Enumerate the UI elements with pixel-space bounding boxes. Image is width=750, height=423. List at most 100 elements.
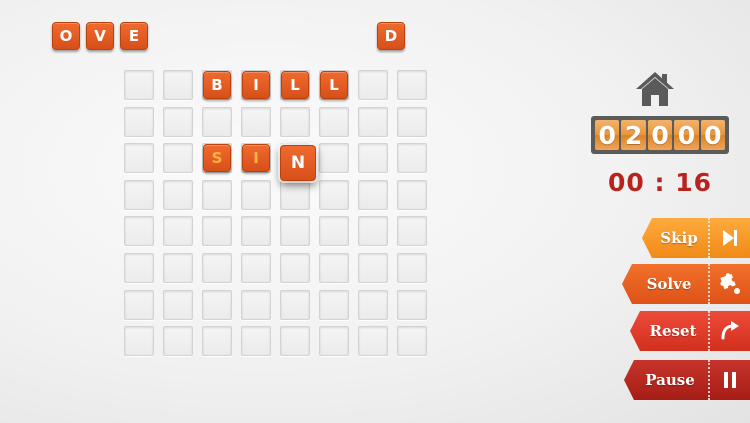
board-cell[interactable] — [397, 143, 427, 174]
tile-letter: L — [290, 76, 300, 94]
board-cell[interactable] — [397, 106, 427, 137]
board-tile-i[interactable]: I — [242, 71, 270, 99]
reset-label: Reset — [649, 322, 697, 340]
board-cell[interactable] — [358, 70, 388, 100]
board-cell[interactable] — [397, 70, 427, 100]
board-cell[interactable] — [163, 289, 193, 320]
skip-next-icon — [708, 218, 750, 258]
board-cell[interactable] — [202, 253, 232, 283]
board-cell[interactable] — [124, 253, 154, 283]
game-board: B I L L S I N — [124, 70, 429, 358]
board-cell[interactable] — [163, 106, 193, 137]
board-cell[interactable] — [202, 289, 232, 320]
board-cell[interactable] — [358, 216, 388, 247]
tile-letter: L — [329, 76, 339, 94]
board-cell[interactable] — [163, 216, 193, 247]
board-cell[interactable] — [280, 216, 310, 247]
board-cell[interactable] — [124, 289, 154, 320]
board-cell[interactable] — [163, 326, 193, 357]
home-icon[interactable] — [634, 70, 676, 108]
board-cell[interactable] — [397, 326, 427, 357]
board-cell[interactable] — [397, 179, 427, 210]
board-cell[interactable] — [241, 216, 271, 247]
board-tile-l[interactable]: L — [281, 71, 309, 99]
board-cell[interactable] — [319, 326, 349, 357]
board-cell[interactable] — [124, 326, 154, 357]
board-cell[interactable] — [124, 106, 154, 137]
skip-label: Skip — [660, 229, 698, 247]
score-digit: 0 — [595, 120, 620, 150]
board-cell[interactable] — [280, 289, 310, 320]
board-cell[interactable] — [241, 106, 271, 137]
tray-tile-d[interactable]: D — [377, 22, 405, 50]
board-cell[interactable] — [358, 143, 388, 174]
board-cell[interactable] — [241, 253, 271, 283]
tile-letter: N — [290, 153, 306, 174]
board-cell[interactable] — [319, 179, 349, 210]
board-cell[interactable] — [163, 70, 193, 100]
board-cell[interactable] — [202, 326, 232, 357]
board-tile-i[interactable]: I — [242, 144, 270, 173]
tile-letter: E — [128, 27, 140, 45]
skip-button[interactable]: Skip — [642, 218, 750, 258]
countdown-timer: 00 : 16 — [608, 168, 712, 197]
score-digit: 0 — [647, 120, 673, 150]
board-cell[interactable] — [397, 216, 427, 247]
redo-arrow-icon — [708, 311, 750, 351]
board-cell[interactable] — [319, 289, 349, 320]
tile-letter: I — [253, 76, 259, 94]
board-tile-b[interactable]: B — [203, 71, 231, 99]
board-cell[interactable] — [163, 179, 193, 210]
board-cell[interactable] — [202, 179, 232, 210]
board-cell[interactable] — [358, 253, 388, 283]
board-cell[interactable] — [319, 253, 349, 283]
solve-label: Solve — [646, 275, 692, 293]
tile-letter: D — [384, 27, 398, 45]
board-cell[interactable] — [241, 179, 271, 210]
board-cell[interactable] — [280, 253, 310, 283]
board-cell[interactable] — [124, 216, 154, 247]
board-cell[interactable] — [280, 326, 310, 357]
board-cell[interactable] — [358, 106, 388, 137]
reset-button[interactable]: Reset — [630, 311, 750, 351]
tray-tile-o[interactable]: O — [52, 22, 80, 50]
board-cell[interactable] — [202, 216, 232, 247]
board-cell[interactable] — [319, 106, 349, 137]
board-cell[interactable] — [280, 106, 310, 137]
board-cell[interactable] — [124, 179, 154, 210]
score-digit: 2 — [621, 120, 646, 150]
board-cell[interactable] — [241, 326, 271, 357]
board-cell[interactable] — [397, 289, 427, 320]
board-tile-n[interactable]: N — [280, 145, 316, 182]
pause-icon — [708, 360, 750, 400]
board-cell[interactable] — [241, 289, 271, 320]
tile-letter: O — [59, 27, 73, 45]
board-tile-s[interactable]: S — [203, 144, 231, 173]
tile-letter: V — [94, 27, 106, 45]
board-cell[interactable] — [319, 216, 349, 247]
solve-button[interactable]: Solve — [622, 264, 750, 304]
board-cell[interactable] — [397, 253, 427, 283]
board-cell[interactable] — [163, 253, 193, 283]
pause-button[interactable]: Pause — [624, 360, 750, 400]
board-cell[interactable] — [358, 179, 388, 210]
tile-letter: B — [211, 76, 223, 94]
puzzle-piece-icon — [708, 264, 750, 304]
board-cell[interactable] — [280, 179, 310, 210]
board-cell[interactable] — [358, 289, 388, 320]
tray-tile-v[interactable]: V — [86, 22, 114, 50]
score-digit: 0 — [674, 120, 699, 150]
tray-tile-e[interactable]: E — [120, 22, 148, 50]
score-digit: 0 — [700, 120, 726, 150]
board-cell[interactable] — [358, 326, 388, 357]
tile-letter: S — [211, 149, 223, 168]
board-cell[interactable] — [124, 70, 154, 100]
board-tile-l[interactable]: L — [320, 71, 348, 99]
board-cell[interactable] — [202, 106, 232, 137]
score-counter: 0 2 0 0 0 — [591, 116, 729, 154]
tile-letter: I — [253, 149, 259, 168]
pause-label: Pause — [645, 371, 695, 389]
board-cell[interactable] — [319, 143, 349, 174]
board-cell[interactable] — [163, 143, 193, 174]
board-cell[interactable] — [124, 143, 154, 174]
